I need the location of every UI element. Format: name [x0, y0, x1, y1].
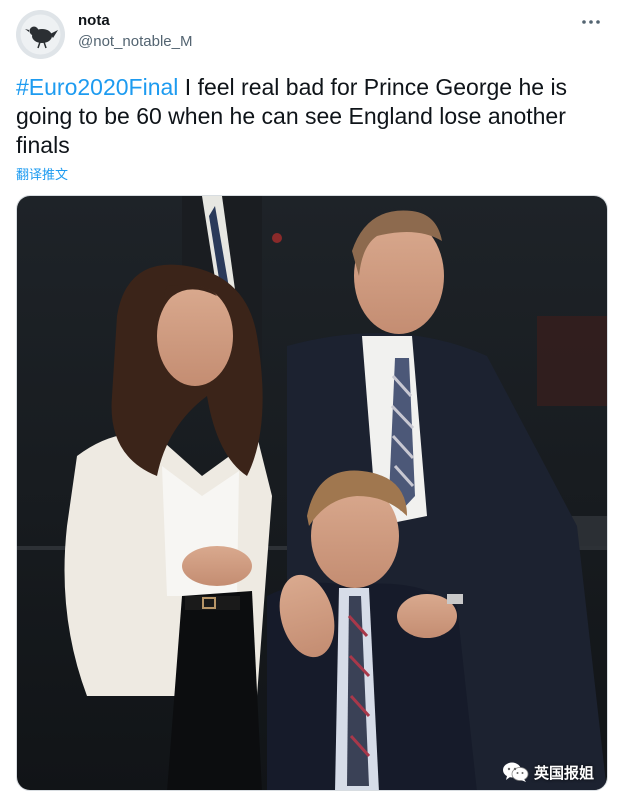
author-display-name[interactable]: nota	[78, 12, 110, 29]
bird-avatar-icon	[16, 10, 65, 59]
wechat-icon	[503, 762, 529, 782]
more-options-icon[interactable]	[579, 13, 603, 31]
hashtag-link[interactable]: #Euro2020Final	[16, 74, 178, 100]
tweet-text: #Euro2020Final I feel real bad for Princ…	[16, 73, 606, 160]
translate-tweet-link[interactable]: 翻译推文	[16, 164, 68, 183]
author-handle[interactable]: @not_notable_M	[78, 33, 192, 50]
watermark-text: 英国报姐	[534, 764, 595, 782]
stadium-family-photo	[17, 196, 607, 790]
watermark: 英国报姐	[502, 760, 594, 784]
tweet-photo[interactable]	[16, 195, 608, 791]
author-avatar[interactable]	[16, 10, 65, 59]
